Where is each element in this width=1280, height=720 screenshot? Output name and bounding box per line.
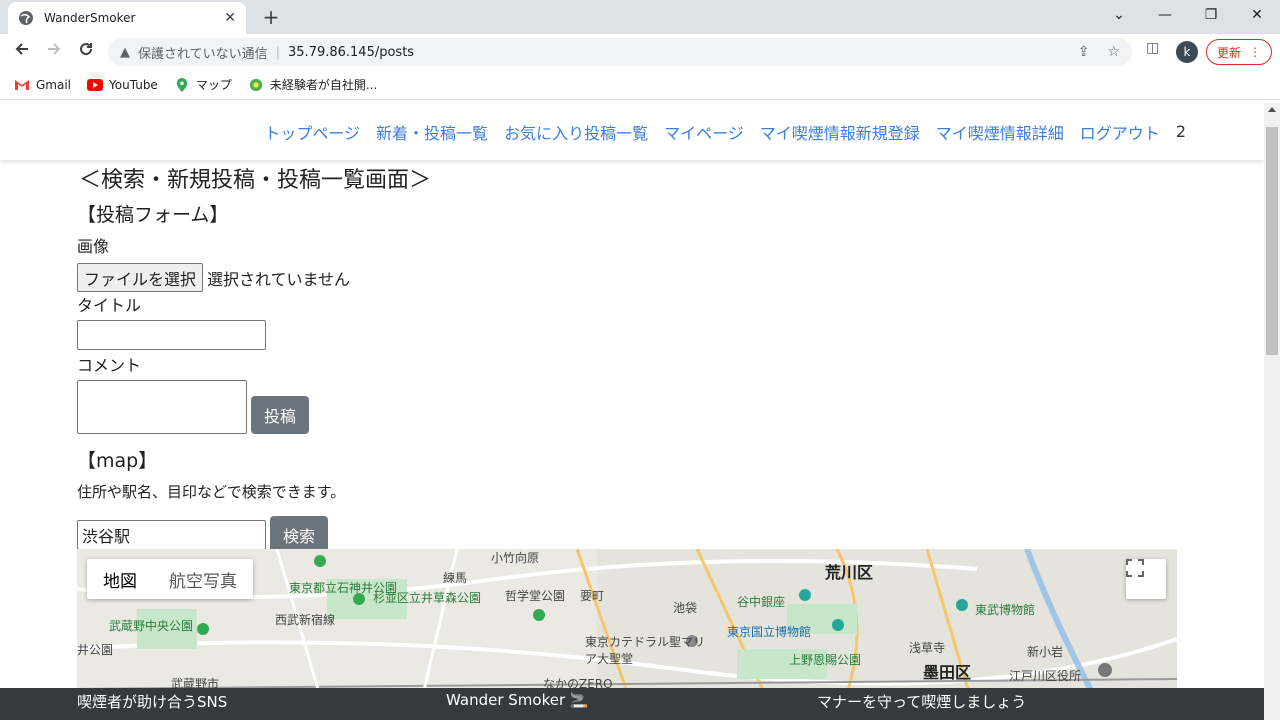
nav-new-posts[interactable]: 新着・投稿一覧 (376, 120, 488, 144)
footer-left: 喫煙者が助け合うSNS (77, 693, 228, 711)
nav-top[interactable]: トップページ (264, 120, 360, 144)
site-icon (249, 78, 262, 91)
map-label: 江戸川区役所 (1009, 669, 1082, 683)
reload-icon[interactable] (74, 40, 98, 64)
map-description: 住所や駅名、目印などで検索できます。 (77, 483, 346, 501)
map-label: 哲学堂公園 (505, 589, 566, 603)
map-label: 谷中銀座 (737, 595, 786, 609)
bookmark-label: Gmail (36, 77, 72, 92)
nav-mypage[interactable]: マイページ (664, 120, 744, 144)
maps-icon (176, 77, 188, 92)
comment-label: コメント (77, 356, 142, 375)
file-input: ファイルを選択 選択されていません (77, 263, 1177, 292)
update-button[interactable]: 更新 ⋮ (1206, 39, 1272, 65)
bookmarks-bar: Gmail YouTube マップ 未経験者が自社開... (0, 70, 1280, 100)
map-label: 墨田区 (923, 663, 972, 682)
file-state-text: 選択されていません (207, 269, 351, 289)
scroll-thumb[interactable] (1266, 127, 1278, 355)
bookmark-label: マップ (195, 78, 232, 92)
back-icon[interactable] (10, 40, 34, 64)
forward-icon[interactable] (42, 40, 66, 64)
bookmark-youtube[interactable]: YouTube (87, 78, 158, 92)
footer-center: Wander Smoker 🚬 (446, 691, 589, 709)
address-bar[interactable]: ▲ 保護されていない通信 | 35.79.86.145/posts ⇪ ☆ (108, 38, 1132, 66)
globe-icon (19, 11, 33, 25)
title-input[interactable] (77, 320, 266, 350)
warning-icon: ▲ (120, 44, 130, 60)
map-type-map[interactable]: 地図 (87, 559, 153, 599)
nav-smoking-new[interactable]: マイ喫煙情報新規登録 (760, 120, 920, 144)
map-label: 東武博物館 (975, 603, 1036, 617)
image-label: 画像 (77, 237, 110, 256)
map-label: 荒川区 (825, 563, 874, 582)
page-viewport: トップページ 新着・投稿一覧 お気に入り投稿一覧 マイページ マイ喫煙情報新規登… (0, 103, 1264, 720)
bookmark-site[interactable]: 未経験者が自社開... (248, 76, 377, 93)
update-label: 更新 (1216, 45, 1241, 60)
browser-tab[interactable]: WanderSmoker ✕ (8, 2, 246, 34)
tab-title: WanderSmoker (44, 11, 136, 25)
address-separator: | (275, 44, 281, 60)
browser-toolbar: ▲ 保護されていない通信 | 35.79.86.145/posts ⇪ ☆ ◫ (0, 34, 1280, 70)
main-content: ＜検索・新規投稿・投稿一覧画面＞ 【投稿フォーム】 画像 ファイルを選択 選択さ… (77, 160, 1177, 554)
map-label: 浅草寺 (909, 641, 946, 655)
url-text: 35.79.86.145/posts (288, 44, 415, 60)
restore-button[interactable]: ❐ (1188, 0, 1234, 34)
nav-count: 2 (1175, 122, 1186, 141)
side-panel-icon[interactable]: ◫ (1146, 40, 1159, 56)
page-title: ＜検索・新規投稿・投稿一覧画面＞ (79, 168, 432, 193)
footer-right: マナーを守って喫煙しましょう (817, 693, 1027, 711)
share-icon[interactable]: ⇪ (1078, 44, 1090, 60)
bookmark-label: 未経験者が自社開... (269, 78, 378, 92)
new-tab-button[interactable]: + (258, 4, 284, 30)
map-label: 上野恩賜公園 (789, 653, 862, 667)
map-label: 池袋 (673, 601, 698, 615)
minimize-button[interactable]: — (1142, 0, 1188, 34)
bookmark-maps[interactable]: マップ (174, 76, 232, 93)
not-secure-label: 保護されていない通信 (138, 46, 268, 62)
map-label: 東京カテドラル聖マリア大聖堂 (585, 635, 706, 666)
map-label: 要町 (580, 589, 605, 603)
more-menu-icon: ⋮ (1249, 45, 1261, 59)
page-scrollbar[interactable] (1264, 103, 1280, 720)
browser-tab-bar: WanderSmoker ✕ + ⌄ — ❐ ✕ (0, 0, 1280, 34)
tab-list-icon[interactable]: ⌄ (1096, 0, 1142, 34)
title-label: タイトル (77, 296, 142, 315)
scroll-up-icon[interactable] (1268, 107, 1276, 112)
post-button[interactable]: 投稿 (251, 396, 309, 434)
site-navbar: トップページ 新着・投稿一覧 お気に入り投稿一覧 マイページ マイ喫煙情報新規登… (0, 103, 1264, 160)
youtube-icon (87, 78, 104, 91)
map-label: 武蔵野中央公園 (109, 619, 194, 633)
post-form-title: 【投稿フォーム】 (77, 204, 229, 226)
map-label: 西武新宿線 (275, 613, 336, 627)
map-label: 井公園 (77, 643, 114, 657)
map-search-input[interactable]: 渋谷駅 (77, 520, 266, 550)
star-icon[interactable]: ☆ (1107, 44, 1120, 60)
comment-textarea[interactable] (77, 380, 247, 434)
nav-favorites[interactable]: お気に入り投稿一覧 (504, 120, 648, 144)
map-label: 小竹向原 (491, 551, 540, 565)
map-label: 東京国立博物館 (727, 625, 812, 639)
map-title: 【map】 (77, 450, 158, 472)
window-close-button[interactable]: ✕ (1234, 0, 1280, 34)
map-label: 杉並区立井草森公園 (373, 591, 482, 605)
map-label: 練馬 (443, 571, 468, 585)
bookmark-label: YouTube (109, 77, 158, 92)
map-label: 新小岩 (1027, 645, 1064, 659)
map-type-control: 地図 航空写真 (87, 559, 253, 599)
bookmark-gmail[interactable]: Gmail (14, 78, 71, 92)
gmail-icon (15, 79, 29, 90)
map-type-satellite[interactable]: 航空写真 (153, 559, 253, 599)
profile-avatar[interactable]: k (1176, 41, 1198, 63)
site-footer: 喫煙者が助け合うSNS Wander Smoker 🚬 マナーを守って喫煙しまし… (0, 688, 1264, 720)
fullscreen-icon[interactable] (1126, 559, 1166, 599)
nav-logout[interactable]: ログアウト (1080, 120, 1160, 144)
file-select-button[interactable]: ファイルを選択 (77, 263, 204, 292)
tab-close-icon[interactable]: ✕ (224, 10, 236, 26)
nav-smoking-detail[interactable]: マイ喫煙情報詳細 (936, 120, 1064, 144)
